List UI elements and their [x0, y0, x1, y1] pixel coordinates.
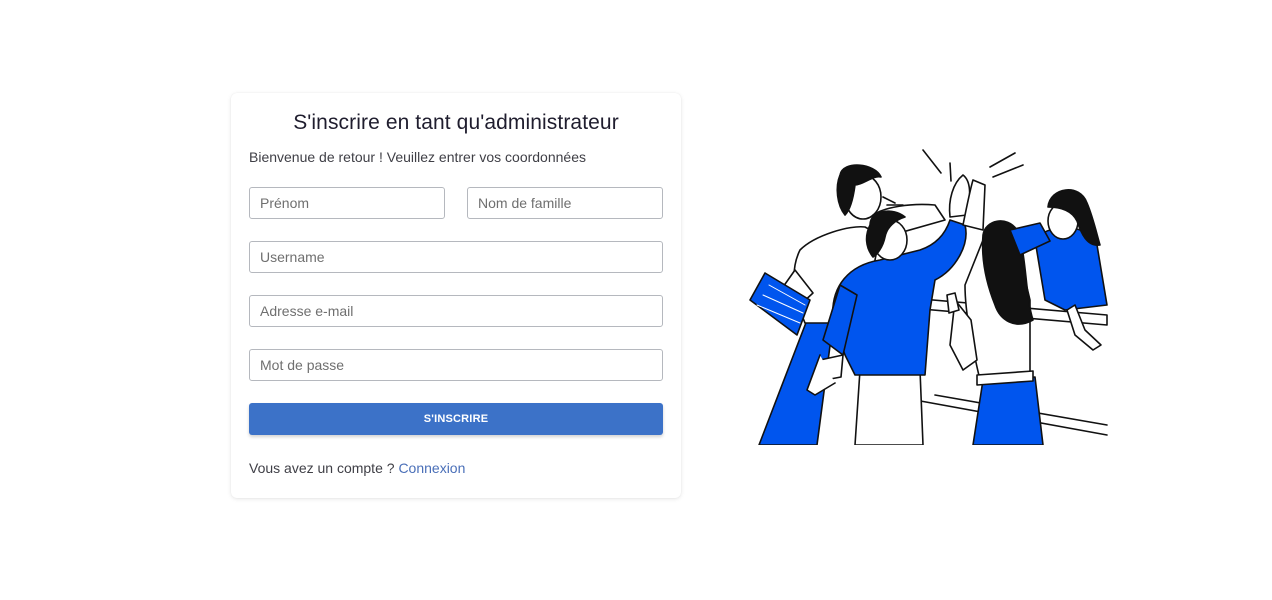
login-prompt-text: Vous avez un compte ?: [249, 460, 399, 476]
login-link[interactable]: Connexion: [398, 460, 465, 476]
page-title: S'inscrire en tant qu'administrateur: [293, 111, 619, 134]
signup-card: S'inscrire en tant qu'administrateur Bie…: [231, 93, 681, 498]
signup-button[interactable]: S'INSCRIRE: [249, 403, 663, 435]
subtitle: Bienvenue de retour ! Veuillez entrer vo…: [249, 149, 586, 165]
username-input[interactable]: [249, 241, 663, 273]
first-name-input[interactable]: [249, 187, 445, 219]
password-input[interactable]: [249, 349, 663, 381]
email-input[interactable]: [249, 295, 663, 327]
login-prompt: Vous avez un compte ? Connexion: [249, 460, 465, 476]
signup-page: S'inscrire en tant qu'administrateur Bie…: [0, 0, 1272, 600]
last-name-input[interactable]: [467, 187, 663, 219]
team-high-five-illustration: [749, 149, 1108, 445]
